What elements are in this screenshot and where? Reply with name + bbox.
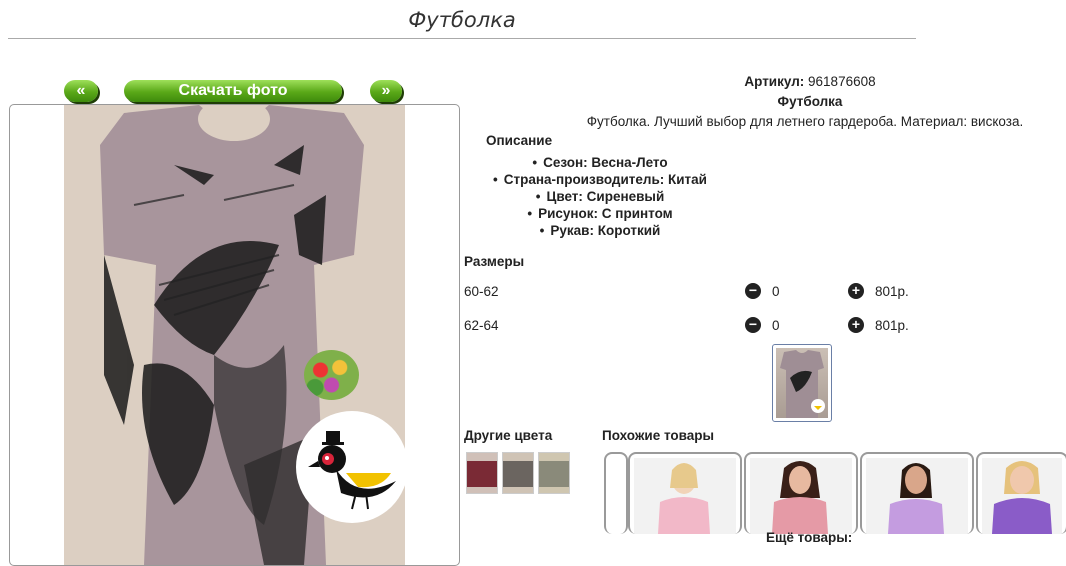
size-label: 62-64	[464, 318, 499, 333]
article-label: Артикул:	[744, 74, 805, 89]
attribute-item: Страна-производитель: Китай	[470, 171, 730, 188]
product-thumbnail	[982, 458, 1062, 534]
more-products-label: Ещё товары:	[766, 530, 853, 545]
similar-product-card[interactable]	[628, 452, 742, 534]
main-photo-frame	[9, 104, 460, 566]
article-value: 961876608	[808, 74, 876, 89]
attribute-item: Рисунок: С принтом	[470, 205, 730, 222]
product-thumbnail	[634, 458, 736, 534]
similar-products-heading: Похожие товары	[602, 428, 715, 443]
product-thumbnail	[866, 458, 968, 534]
title-divider	[8, 38, 916, 39]
color-swatch[interactable]	[538, 452, 570, 494]
size-label: 60-62	[464, 284, 499, 299]
product-description: Футболка. Лучший выбор для летнего гарде…	[586, 114, 1024, 129]
attribute-item: Сезон: Весна-Лето	[470, 154, 730, 171]
thumbnail-image	[776, 348, 828, 418]
color-swatch[interactable]	[502, 452, 534, 494]
similar-product-card[interactable]	[604, 452, 628, 534]
minus-icon[interactable]: −	[745, 317, 761, 333]
product-name: Футболка	[777, 94, 843, 109]
attribute-item: Рукав: Короткий	[470, 222, 730, 239]
price-value: 801р.	[875, 284, 909, 299]
size-row: 62-64 − 0 + 801р.	[464, 316, 964, 336]
flower-bouquet	[304, 350, 359, 400]
similar-product-card[interactable]	[860, 452, 974, 534]
prev-photo-button[interactable]: «	[64, 80, 98, 102]
attribute-item: Цвет: Сиреневый	[470, 188, 730, 205]
similar-product-card[interactable]	[744, 452, 858, 534]
size-row: 60-62 − 0 + 801р.	[464, 282, 964, 302]
attribute-list: Сезон: Весна-Лето Страна-производитель: …	[470, 154, 730, 239]
next-photo-button[interactable]: »	[370, 80, 402, 102]
other-colors-heading: Другие цвета	[464, 428, 553, 443]
price-value: 801р.	[875, 318, 909, 333]
main-product-photo[interactable]	[64, 105, 405, 565]
quantity-value: 0	[772, 318, 780, 333]
similar-product-card[interactable]	[976, 452, 1066, 534]
brand-logo	[296, 411, 405, 523]
sizes-heading: Размеры	[464, 254, 525, 269]
plus-icon[interactable]: +	[848, 283, 864, 299]
color-swatch[interactable]	[466, 452, 498, 494]
download-photo-button[interactable]: Скачать фото	[124, 80, 342, 102]
quantity-value: 0	[772, 284, 780, 299]
product-thumbnail	[750, 458, 852, 534]
photo-thumbnail[interactable]	[772, 344, 832, 422]
article-line: Артикул: 961876608	[600, 74, 1020, 89]
minus-icon[interactable]: −	[745, 283, 761, 299]
plus-icon[interactable]: +	[848, 317, 864, 333]
page-title: Футболка	[408, 8, 516, 32]
description-heading: Описание	[486, 133, 553, 148]
